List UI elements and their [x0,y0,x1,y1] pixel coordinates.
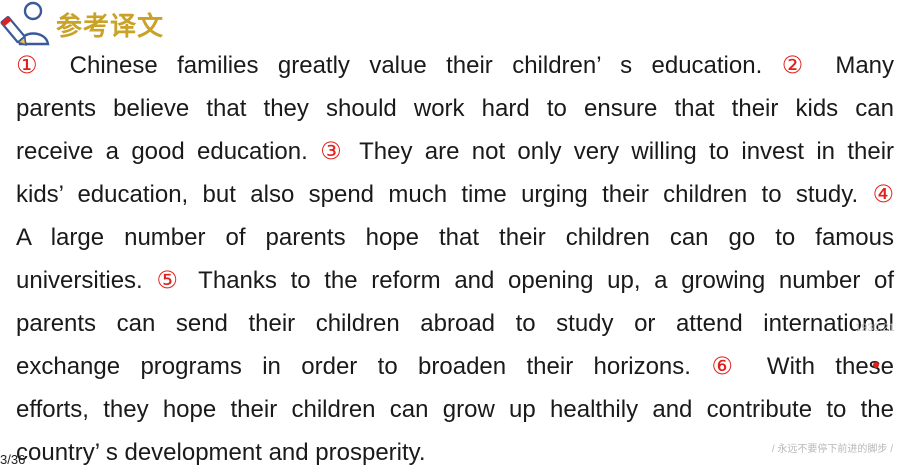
text-line-7: parents can send their children abroad t… [16,302,894,345]
text-line-5: A large number of parents hope that thei… [16,216,894,259]
marker-5: ⑤ [156,266,185,294]
translation-text: ① Chinese families greatly value their c… [16,44,894,474]
marker-3: ③ [320,137,348,165]
text-line-6: universities. ⑤ Thanks to the reform and… [16,259,894,302]
page-title: 参考译文 [56,12,165,42]
marker-2: ② [781,51,816,79]
text-line-1: ① Chinese families greatly value their c… [16,44,894,87]
text-line-9: efforts, they hope their children can gr… [16,388,894,431]
text-line-3: receive a good education. ③ They are not… [16,130,894,173]
text-segment: parents can send their children abroad t… [16,310,894,337]
text-segment: Many [815,52,895,79]
footer-motto: / 永远不要停下前进的脚步 / [771,444,893,455]
pointer-dot [873,362,879,368]
text-line-8: exchange programs in order to broaden th… [16,345,894,388]
text-line-4: kids’ education, but also spend much tim… [16,173,894,216]
watermark-text: 1930:21 [855,322,895,334]
page-counter: 3/36 [0,452,26,467]
text-segment: A large number of parents hope that thei… [16,224,894,251]
reader-pencil-icon [0,0,52,50]
text-segment: They are not only very willing to invest… [347,138,895,165]
text-segment: Thanks to the reform and opening up, a g… [184,267,895,294]
text-segment: exchange programs in order to broaden th… [16,353,712,380]
text-segment: country’ s development and prosperity. [16,439,426,466]
marker-1: ① [16,51,51,79]
text-line-2: parents believe that they should work ha… [16,87,894,130]
text-segment: efforts, they hope their children can gr… [16,396,894,423]
marker-6: ⑥ [711,352,747,380]
text-segment: parents believe that they should work ha… [16,95,894,122]
text-segment: With these [746,353,895,380]
text-segment: kids’ education, but also spend much tim… [16,181,873,208]
text-segment: Chinese families greatly value their chi… [50,52,782,79]
text-segment: receive a good education. [16,138,321,165]
marker-4: ④ [872,180,894,208]
header: 参考译文 [0,0,300,50]
text-segment: universities. [16,267,157,294]
